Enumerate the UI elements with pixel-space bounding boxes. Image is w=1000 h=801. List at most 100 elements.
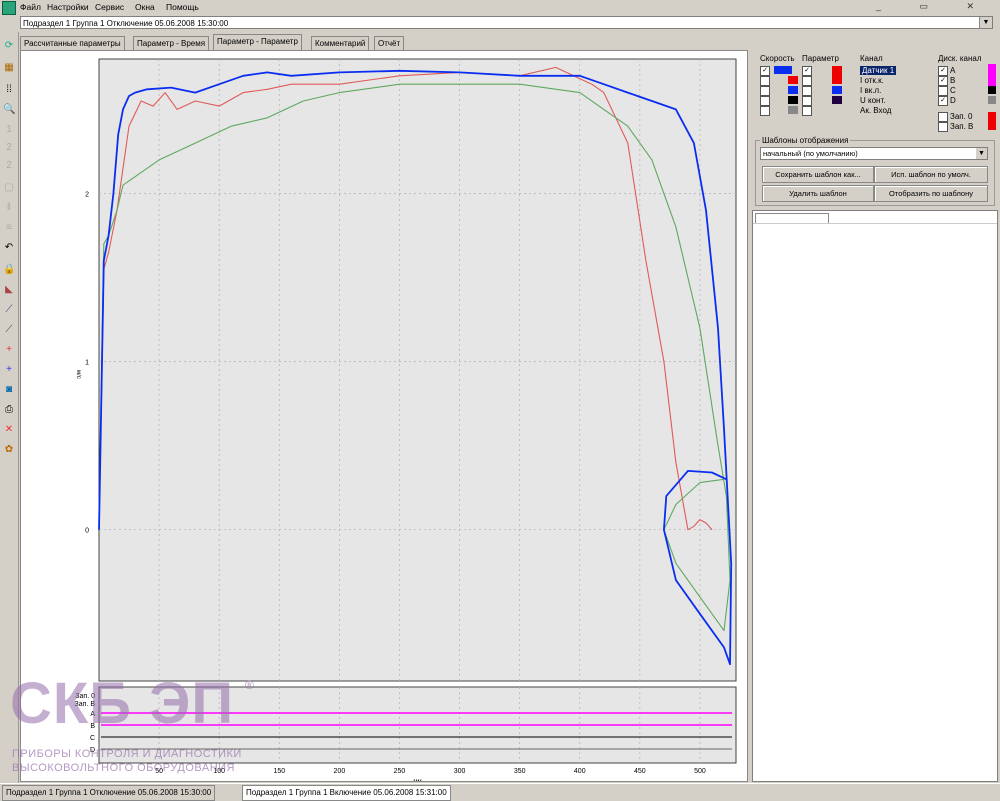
lock-icon[interactable]: 🔒 xyxy=(3,264,15,276)
save-template-button[interactable]: Сохранить шаблон как... xyxy=(762,166,874,183)
settings-icon[interactable]: ✿ xyxy=(3,444,15,456)
zapb-check[interactable] xyxy=(938,122,948,132)
company-logo: СКБ ЭП ® ПРИБОРЫ КОНТРОЛЯ И ДИАГНОСТИКИ … xyxy=(10,670,260,780)
speed-check-2[interactable] xyxy=(760,76,770,86)
bars-icon[interactable]: ‖ xyxy=(3,202,15,214)
discrete-swatch-a[interactable] xyxy=(988,64,996,86)
delete-template-button[interactable]: Удалить шаблон xyxy=(762,185,874,202)
channel-item-4[interactable]: U конт. xyxy=(860,96,885,105)
lines-icon[interactable]: ≡ xyxy=(3,222,15,234)
discrete-label-b: B xyxy=(950,76,956,85)
menu-file[interactable]: Файл xyxy=(20,2,41,12)
speed-check-4[interactable] xyxy=(760,96,770,106)
param-check-4[interactable] xyxy=(802,96,812,106)
param-header: Параметр xyxy=(802,54,839,63)
menu-help[interactable]: Помощь xyxy=(166,2,199,12)
templates-label: Шаблоны отображения xyxy=(760,136,851,145)
split-icon[interactable]: ⁞⁞ xyxy=(3,84,15,96)
template-select[interactable]: начальный (по умолчанию) ▼ xyxy=(760,147,988,160)
tab-param-time[interactable]: Параметр - Время xyxy=(133,36,210,50)
zoom-icon[interactable]: 🔍 xyxy=(3,104,15,116)
x-axis-label: мм xyxy=(413,779,421,781)
channel-item-5[interactable]: Ак. Вход xyxy=(860,106,891,115)
trend-b-icon[interactable]: ⟋ xyxy=(3,324,15,336)
param-check-3[interactable] xyxy=(802,86,812,96)
speed-swatch-1[interactable] xyxy=(774,66,792,74)
tab-param-param[interactable]: Параметр - Параметр xyxy=(213,34,302,50)
channel-item-3[interactable]: I вк.л. xyxy=(860,86,881,95)
use-default-button[interactable]: Исп. шаблон по умолч. xyxy=(874,166,988,183)
logo-text: СКБ ЭП xyxy=(10,671,235,736)
chevron-down-icon[interactable]: ▼ xyxy=(979,17,992,28)
discrete-check-c[interactable] xyxy=(938,86,948,96)
x-tick-label: 500 xyxy=(694,768,706,775)
frame-icon[interactable]: ▢ xyxy=(3,182,15,194)
cursor-red-icon[interactable]: + xyxy=(3,344,15,356)
param-swatch-2[interactable] xyxy=(832,86,842,94)
discrete-header: Диск. канал xyxy=(938,54,982,63)
window-controls[interactable]: _ ▭ ✕ xyxy=(876,1,992,12)
menu-service[interactable]: Сервис xyxy=(95,2,124,12)
channel-item-2[interactable]: I отк.к. xyxy=(860,76,884,85)
app-icon xyxy=(2,1,16,15)
speed-header: Скорость xyxy=(760,54,795,63)
discrete-check-a[interactable]: ✓ xyxy=(938,66,948,76)
speed-swatch-4[interactable] xyxy=(788,96,798,104)
discrete-check-b[interactable]: ✓ xyxy=(938,76,948,86)
undo-icon[interactable]: ↶ xyxy=(3,242,15,254)
x-tick-label: 300 xyxy=(454,768,466,775)
speed-swatch-2[interactable] xyxy=(788,76,798,84)
logo-tagline-2: ВЫСОКОВОЛЬТНОГО ОБОРУДОВАНИЯ xyxy=(12,762,235,774)
print-icon[interactable]: ⎙ xyxy=(3,404,15,416)
param-check-2[interactable] xyxy=(802,76,812,86)
speed-check-5[interactable] xyxy=(760,106,770,116)
speed-check-1[interactable]: ✓ xyxy=(760,66,770,76)
plot-area xyxy=(98,58,737,682)
channel-header: Канал xyxy=(860,54,883,63)
zap-swatch[interactable] xyxy=(988,112,996,130)
tab-report[interactable]: Отчёт xyxy=(374,36,405,50)
logo-registered: ® xyxy=(245,678,254,692)
template-select-value: начальный (по умолчанию) xyxy=(763,149,858,158)
tab-calc-params[interactable]: Рассчитанные параметры xyxy=(20,36,125,50)
show-by-template-button[interactable]: Отобразить по шаблону xyxy=(874,185,988,202)
speed-swatch-5[interactable] xyxy=(788,106,798,114)
record-selector[interactable]: Подраздел 1 Группа 1 Отключение 05.06.20… xyxy=(20,16,993,29)
tab-bar: Рассчитанные параметры Параметр - Время … xyxy=(20,34,1000,50)
target-icon[interactable]: ◙ xyxy=(3,384,15,396)
tab-comment[interactable]: Комментарий xyxy=(311,36,370,50)
menu-windows[interactable]: Окна xyxy=(135,2,155,12)
two-icon[interactable]: 2 xyxy=(3,142,15,154)
y-tick-label: 1 xyxy=(85,360,89,367)
status-tab-off[interactable]: Подраздел 1 Группа 1 Отключение 05.06.20… xyxy=(2,785,216,801)
zap0-check[interactable] xyxy=(938,112,948,122)
speed-check-3[interactable] xyxy=(760,86,770,96)
param-swatch-3[interactable] xyxy=(832,96,842,104)
discrete-check-d[interactable]: ✓ xyxy=(938,96,948,106)
close-icon[interactable]: ✕ xyxy=(3,424,15,436)
grid-icon[interactable]: ▦ xyxy=(3,62,15,74)
trend-icon[interactable]: ⟋ xyxy=(3,304,15,316)
discrete-swatch-c[interactable] xyxy=(988,86,996,94)
zapb-label: Зап. B xyxy=(950,122,974,131)
info-table[interactable] xyxy=(752,210,998,782)
status-tab-on[interactable]: Подраздел 1 Группа 1 Включение 05.06.200… xyxy=(242,785,451,801)
record-selector-value: Подраздел 1 Группа 1 Отключение 05.06.20… xyxy=(23,19,229,28)
two-b-icon[interactable]: 2 xyxy=(3,160,15,172)
y-axis-label: м/с xyxy=(75,370,81,379)
param-swatch-1[interactable] xyxy=(832,66,842,84)
param-check-5[interactable] xyxy=(802,106,812,116)
one-icon[interactable]: 1 xyxy=(3,124,15,136)
param-check-1[interactable]: ✓ xyxy=(802,66,812,76)
chart-icon[interactable]: ◣ xyxy=(3,284,15,296)
x-tick-label: 150 xyxy=(273,768,285,775)
chevron-down-icon[interactable]: ▼ xyxy=(976,148,987,159)
speed-swatch-3[interactable] xyxy=(788,86,798,94)
zap0-label: Зап. 0 xyxy=(950,112,973,121)
menu-settings[interactable]: Настройки xyxy=(47,2,89,12)
channel-item-1[interactable]: Датчик 1 xyxy=(860,66,897,75)
refresh-icon[interactable]: ⟳ xyxy=(3,40,15,52)
discrete-swatch-d[interactable] xyxy=(988,96,996,104)
cursor-blue-icon[interactable]: + xyxy=(3,364,15,376)
x-tick-label: 350 xyxy=(514,768,526,775)
